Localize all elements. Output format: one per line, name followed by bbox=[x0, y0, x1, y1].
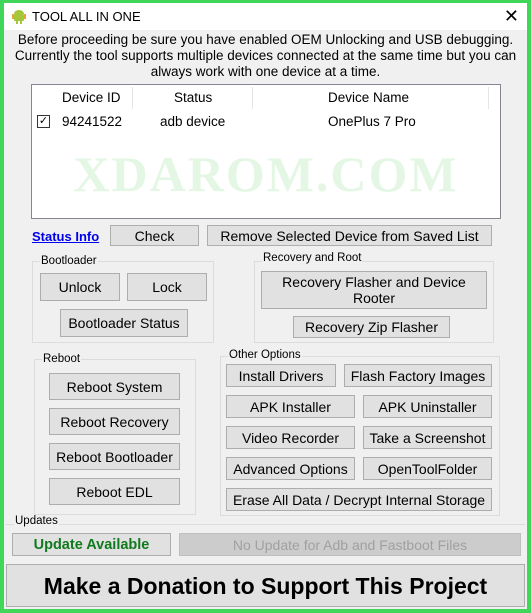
window-title: TOOL ALL IN ONE bbox=[32, 9, 141, 24]
close-icon[interactable]: ✕ bbox=[504, 5, 519, 27]
other-options-label: Other Options bbox=[228, 349, 302, 361]
apk-uninstaller-button[interactable]: APK Uninstaller bbox=[363, 395, 492, 418]
adb-fastboot-update-button: No Update for Adb and Fastboot Files bbox=[179, 533, 521, 556]
open-tool-folder-button[interactable]: OpenToolFolder bbox=[363, 457, 492, 480]
updates-label: Updates bbox=[14, 515, 59, 527]
watermark: XDAROM.COM bbox=[73, 146, 459, 202]
column-separator[interactable] bbox=[132, 87, 133, 109]
bootloader-label: Bootloader bbox=[40, 255, 98, 267]
intro-text: Before proceeding be sure you have enabl… bbox=[10, 32, 521, 80]
reboot-label: Reboot bbox=[42, 353, 82, 365]
flash-factory-images-button[interactable]: Flash Factory Images bbox=[344, 364, 492, 387]
button-label: Recovery Flasher and Device bbox=[282, 274, 466, 290]
title-bar: TOOL ALL IN ONE ✕ bbox=[4, 3, 527, 30]
reboot-edl-button[interactable]: Reboot EDL bbox=[49, 478, 180, 505]
device-name-cell: OnePlus 7 Pro bbox=[328, 114, 416, 129]
erase-all-data-button[interactable]: Erase All Data / Decrypt Internal Storag… bbox=[226, 488, 492, 511]
column-header-device-id[interactable]: Device ID bbox=[62, 90, 121, 105]
apk-installer-button[interactable]: APK Installer bbox=[226, 395, 355, 418]
row-checkbox[interactable]: ✓ bbox=[37, 115, 50, 128]
reboot-bootloader-button[interactable]: Reboot Bootloader bbox=[49, 443, 180, 470]
main-window: TOOL ALL IN ONE ✕ Before proceeding be s… bbox=[4, 3, 527, 609]
bootloader-status-button[interactable]: Bootloader Status bbox=[60, 309, 188, 337]
install-drivers-button[interactable]: Install Drivers bbox=[226, 364, 336, 387]
check-button[interactable]: Check bbox=[110, 225, 199, 246]
device-id-cell: 94241522 bbox=[62, 114, 123, 129]
column-header-device-name[interactable]: Device Name bbox=[328, 90, 409, 105]
column-separator[interactable] bbox=[252, 87, 253, 109]
status-cell: adb device bbox=[160, 114, 226, 129]
unlock-button[interactable]: Unlock bbox=[40, 273, 120, 301]
recovery-zip-flasher-button[interactable]: Recovery Zip Flasher bbox=[293, 316, 450, 338]
android-icon bbox=[12, 10, 26, 24]
button-label: Rooter bbox=[352, 290, 396, 306]
remove-device-button[interactable]: Remove Selected Device from Saved List bbox=[207, 225, 492, 246]
recovery-flasher-button[interactable]: Recovery Flasher and Device Rooter bbox=[261, 271, 487, 309]
column-separator[interactable] bbox=[488, 87, 489, 109]
lock-button[interactable]: Lock bbox=[127, 273, 207, 301]
intro-line: Currently the tool supports multiple dev… bbox=[14, 48, 517, 63]
take-screenshot-button[interactable]: Take a Screenshot bbox=[363, 426, 492, 449]
device-list[interactable]: Device ID Status Device Name ✓ 94241522 … bbox=[31, 84, 501, 219]
advanced-options-button[interactable]: Advanced Options bbox=[226, 457, 355, 480]
donate-button[interactable]: Make a Donation to Support This Project bbox=[6, 564, 525, 607]
reboot-recovery-button[interactable]: Reboot Recovery bbox=[49, 408, 180, 435]
table-row[interactable]: ✓ 94241522 adb device OnePlus 7 Pro bbox=[32, 113, 500, 131]
column-header-status[interactable]: Status bbox=[174, 90, 212, 105]
status-info-link[interactable]: Status Info bbox=[32, 229, 99, 244]
intro-line: always work with one device at a time. bbox=[150, 64, 381, 79]
update-available-button[interactable]: Update Available bbox=[12, 533, 171, 556]
reboot-system-button[interactable]: Reboot System bbox=[49, 373, 180, 400]
recovery-label: Recovery and Root bbox=[262, 252, 363, 264]
intro-line: Before proceeding be sure you have enabl… bbox=[17, 32, 514, 47]
video-recorder-button[interactable]: Video Recorder bbox=[226, 426, 355, 449]
